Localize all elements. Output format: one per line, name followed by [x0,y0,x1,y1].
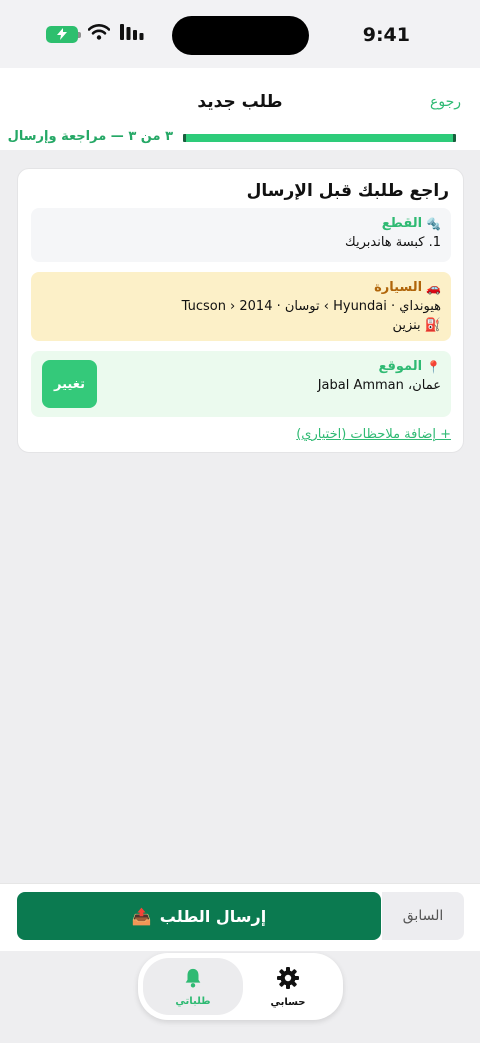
back-link[interactable]: رجوع [430,94,461,110]
tab-my-orders[interactable]: طلباتي [143,958,243,1015]
gear-icon [276,966,300,994]
location-header: 📍 الموقع [41,359,441,374]
tab-label: حسابي [270,996,306,1008]
wrench-icon: 🔩 [426,216,441,231]
fuel-label: بنزين [392,318,421,333]
tab-label: طلباتي [175,995,211,1007]
fuel-type: ⛽ بنزين [41,318,441,333]
car-section: 🚗 السيارة هيونداي · Hyundai › توسان · Tu… [31,272,451,341]
location-section: 📍 الموقع عمان، Jabal Amman تغيير [31,351,451,417]
previous-button[interactable]: السابق [382,892,464,940]
step-indicator: ٣ من ٣ — مراجعة وإرسال [7,129,173,144]
car-label: السيارة [374,280,423,295]
submit-order-button[interactable]: إرسال الطلب 📤 [17,892,381,940]
progress-bar [183,134,456,142]
car-icon: 🚗 [426,280,441,295]
review-title: راجع طلبك قبل الإرسال [246,181,449,201]
outbox-icon: 📤 [131,906,152,926]
car-header: 🚗 السيارة [41,280,441,295]
status-time: 9:41 [362,24,410,46]
submit-label: إرسال الطلب [159,906,267,926]
location-label: الموقع [378,359,423,374]
status-bar: 9:41 [0,0,480,68]
change-location-button[interactable]: تغيير [42,360,97,408]
status-icons [46,24,144,44]
parts-section: 🔩 القطع 1. كبسة هاندبريك [31,208,451,262]
bell-icon [182,967,204,993]
page-title: طلب جديد [197,92,283,112]
add-notes-link[interactable]: + إضافة ملاحظات (اختياري) [296,427,451,442]
tab-bar: طلباتي حسابي [138,953,343,1020]
parts-header: 🔩 القطع [41,216,441,231]
part-item: 1. كبسة هاندبريك [345,235,441,250]
pin-icon: 📍 [426,359,441,374]
car-details: هيونداي · Hyundai › توسان · Tucson › 201… [181,299,441,314]
dynamic-island [172,16,309,55]
parts-label: القطع [381,216,423,231]
wifi-icon [87,24,111,44]
fuel-pump-icon: ⛽ [424,318,441,333]
action-bar: إرسال الطلب 📤 السابق [0,883,480,951]
location-value: عمان، Jabal Amman [317,378,441,393]
signal-icon [120,24,144,44]
progress-fill [186,134,453,142]
review-card: راجع طلبك قبل الإرسال 🔩 القطع 1. كبسة ها… [17,168,464,453]
battery-charging-icon [46,25,81,43]
tab-my-account[interactable]: حسابي [238,958,338,1015]
